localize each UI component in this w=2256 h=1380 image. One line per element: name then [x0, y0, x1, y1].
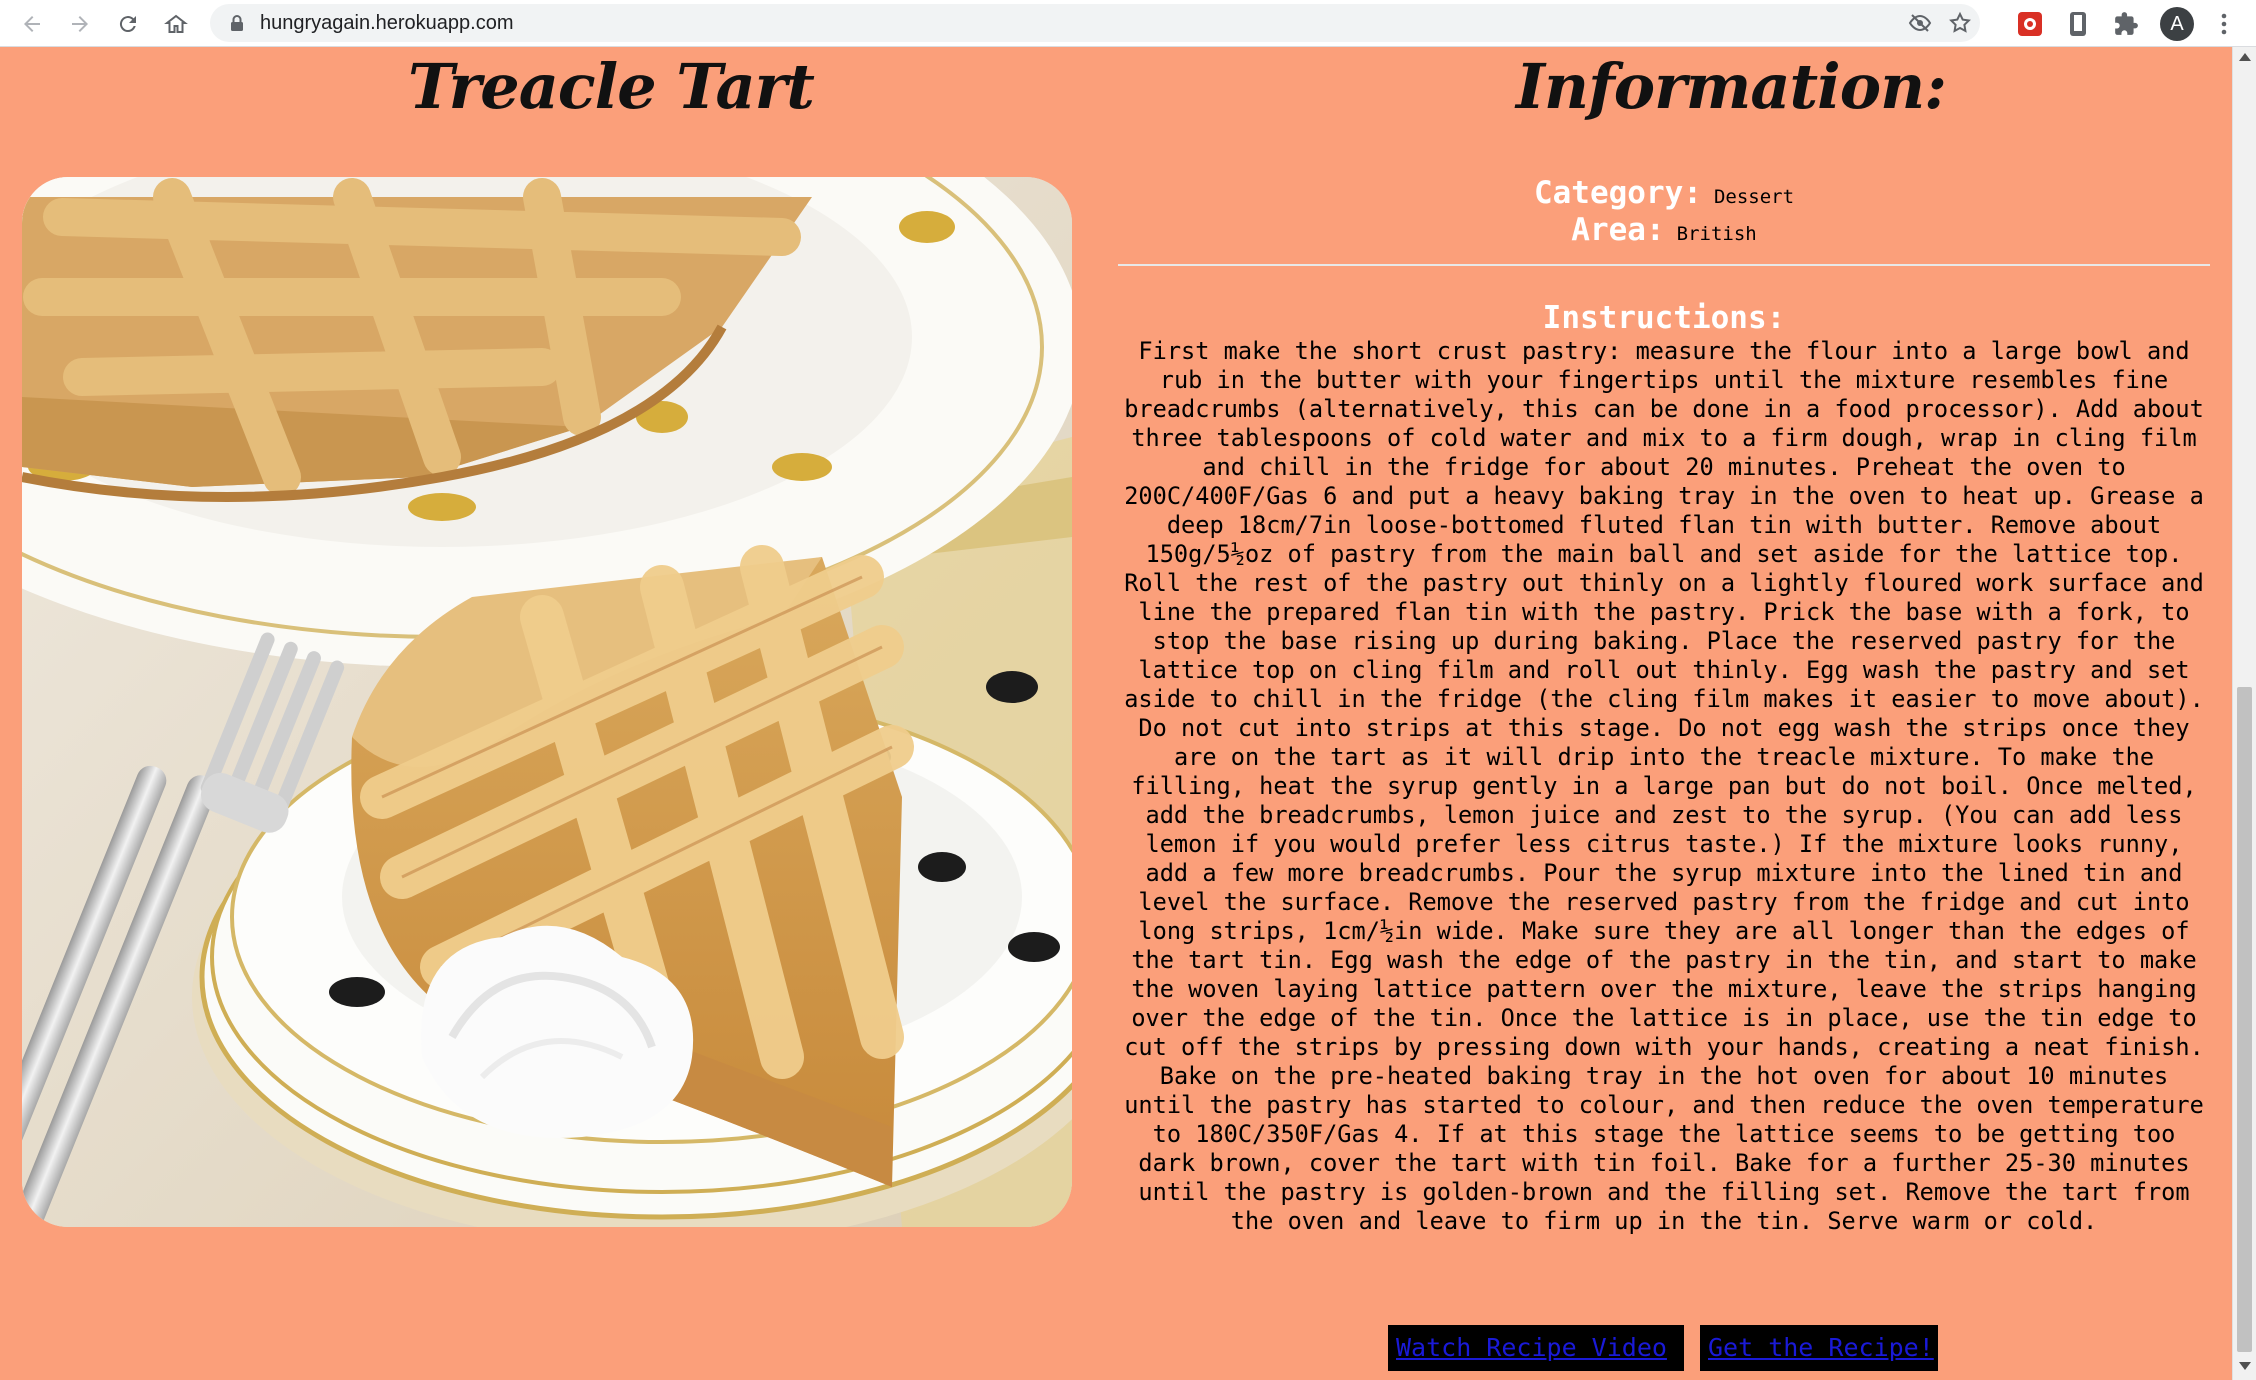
scroll-up-icon[interactable] — [2239, 53, 2251, 61]
avatar[interactable]: A — [2160, 7, 2194, 41]
watch-video-button[interactable]: Watch Recipe Video — [1388, 1325, 1684, 1371]
extension-red-icon[interactable] — [2016, 10, 2044, 38]
puzzle-icon[interactable] — [2112, 10, 2140, 38]
treacle-tart-image — [22, 177, 1072, 1227]
category-label: Category: — [1533, 175, 1702, 211]
recipe-title: Treacle Tart — [408, 50, 815, 123]
page-content: Treacle Tart Information: Category: Dess… — [0, 47, 2232, 1380]
category-row: Category: Dessert — [1118, 175, 2210, 211]
area-row: Area: British — [1118, 212, 2210, 248]
information-title: Information: — [1516, 50, 1947, 123]
instructions-heading: Instructions: — [1542, 300, 1786, 336]
get-recipe-button[interactable]: Get the Recipe! — [1700, 1325, 1938, 1371]
instructions-text: First make the short crust pastry: measu… — [1124, 337, 2204, 1235]
menu-dots-icon[interactable] — [2210, 10, 2238, 38]
category-value: Dessert — [1713, 186, 1795, 208]
vertical-scrollbar[interactable] — [2232, 47, 2256, 1380]
address-bar[interactable]: hungryagain.herokuapp.com — [210, 4, 1980, 42]
scroll-thumb[interactable] — [2237, 687, 2252, 1352]
forward-icon[interactable] — [62, 6, 98, 42]
back-icon[interactable] — [14, 6, 50, 42]
star-icon[interactable] — [1948, 11, 1972, 35]
home-icon[interactable] — [158, 6, 194, 42]
eye-slash-icon[interactable] — [1908, 11, 1932, 35]
browser-toolbar: hungryagain.herokuapp.com A — [0, 0, 2256, 47]
area-value: British — [1676, 223, 1757, 245]
divider — [1118, 264, 2210, 266]
extension-phone-icon[interactable] — [2064, 10, 2092, 38]
reload-icon[interactable] — [110, 6, 146, 42]
scroll-down-icon[interactable] — [2239, 1362, 2251, 1370]
url-text[interactable]: hungryagain.herokuapp.com — [260, 4, 514, 42]
recipe-photo — [22, 177, 1072, 1227]
lock-icon[interactable] — [228, 14, 246, 32]
area-label: Area: — [1571, 212, 1665, 248]
